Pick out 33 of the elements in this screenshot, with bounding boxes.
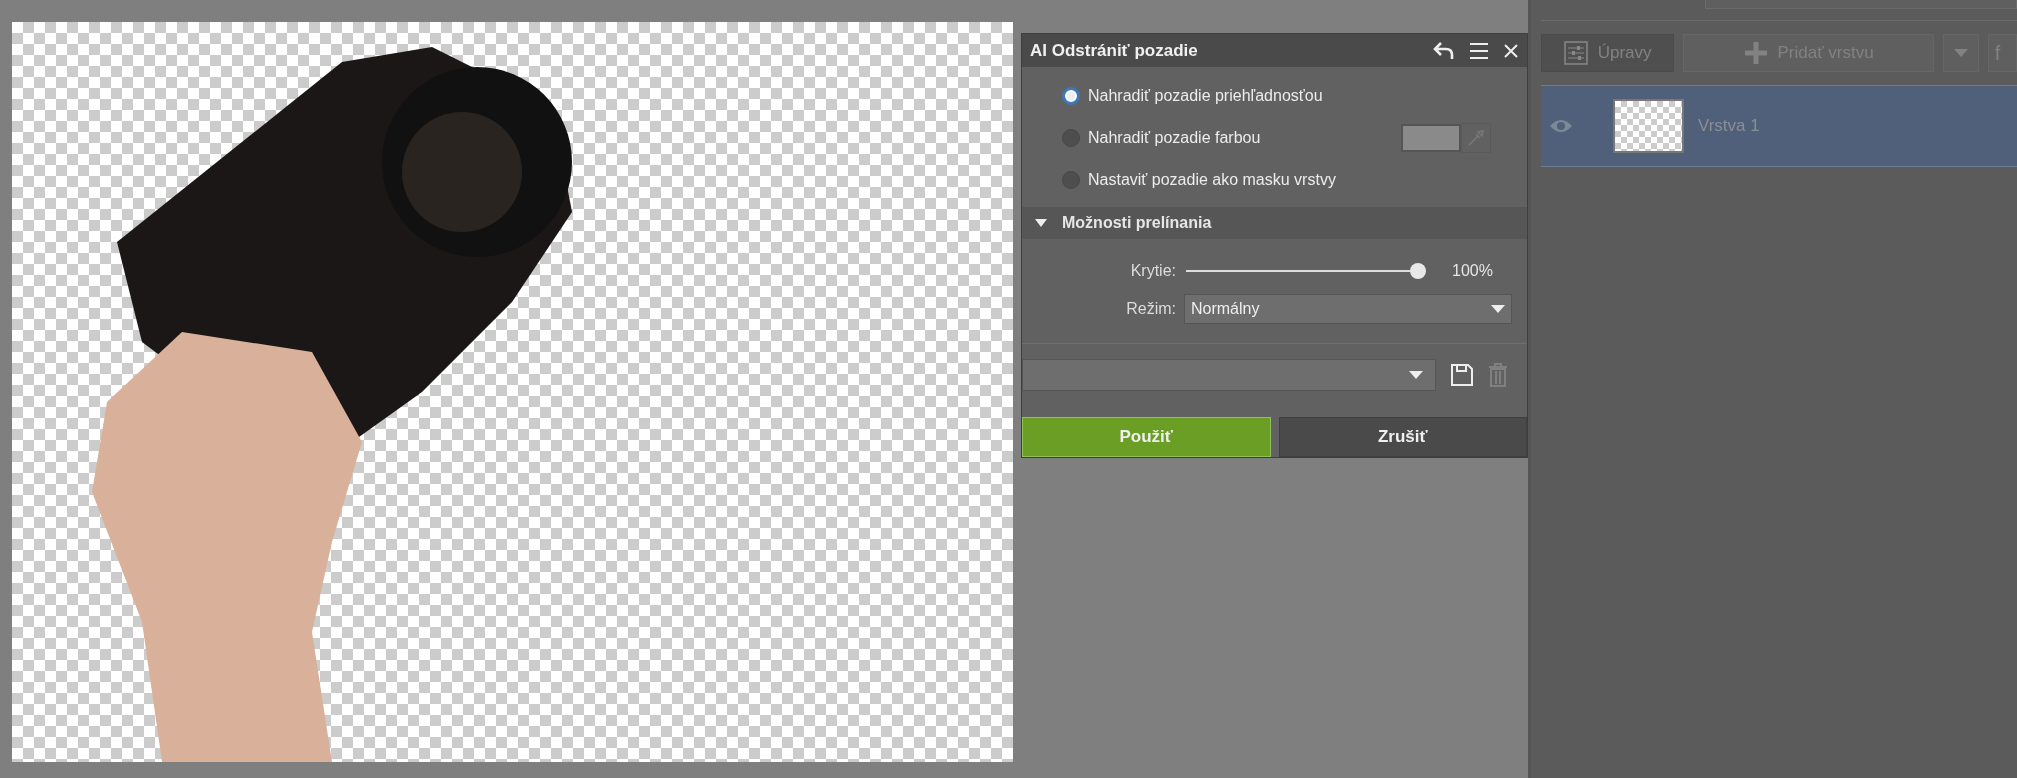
sliders-icon [1563, 41, 1588, 65]
eye-icon[interactable] [1549, 118, 1573, 134]
dropdown-arrow-icon [1409, 371, 1423, 379]
eyedropper-button[interactable] [1461, 123, 1491, 154]
opacity-value: 100% [1452, 262, 1493, 281]
dropdown-arrow-icon [1953, 49, 1968, 57]
trash-icon[interactable] [1488, 363, 1508, 387]
slider-thumb[interactable] [1410, 263, 1426, 280]
opacity-slider[interactable] [1186, 263, 1426, 280]
menu-icon[interactable] [1469, 41, 1489, 60]
opacity-label: Krytie: [1129, 262, 1177, 281]
option-label[interactable]: Nastaviť pozadie ako masku vrstvy [1088, 171, 1336, 190]
section-title[interactable]: Možnosti prelínania [1062, 214, 1212, 233]
option-label[interactable]: Nahradiť pozadie priehľadnosťou [1088, 87, 1323, 106]
radio-button[interactable] [1062, 87, 1080, 106]
radio-button[interactable] [1062, 129, 1080, 148]
save-icon[interactable] [1450, 363, 1474, 387]
cancel-button[interactable]: Zrušiť [1278, 417, 1527, 457]
plus-icon [1743, 41, 1768, 65]
close-icon[interactable] [1503, 42, 1519, 59]
preset-dropdown[interactable] [1022, 359, 1436, 391]
option-label[interactable]: Nahradiť pozadie farbou [1088, 129, 1261, 148]
dialog-title: AI Odstrániť pozadie [1030, 40, 1199, 61]
color-swatch[interactable] [1401, 124, 1461, 153]
apply-button[interactable]: Použiť [1022, 417, 1271, 457]
blend-mode-dropdown[interactable]: Normálny [1184, 294, 1512, 325]
layer-thumbnail [1613, 99, 1684, 153]
dropdown-arrow-icon [1491, 305, 1505, 314]
mode-label: Režim: [1125, 300, 1177, 319]
undo-icon[interactable] [1433, 39, 1455, 62]
radio-button[interactable] [1062, 171, 1080, 190]
collapse-triangle-icon[interactable] [1034, 218, 1048, 229]
add-layer-menu-button[interactable] [1943, 34, 1979, 72]
